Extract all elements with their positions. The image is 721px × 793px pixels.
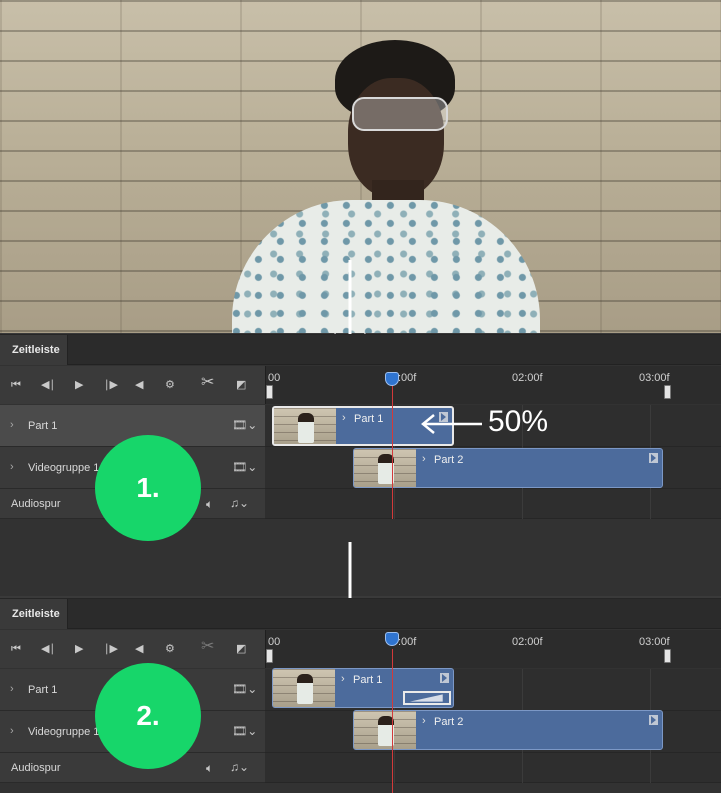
volume-icon[interactable]: 🔈︎ bbox=[206, 497, 213, 512]
timeline-panel-2: Zeitleiste ⏮ ◀∣ ▶ ∣▶ ◀ ⚙ ✂ ◩ 00 :00f 02:… bbox=[0, 598, 721, 793]
chevron-right-icon[interactable]: › bbox=[341, 673, 345, 685]
chevron-right-icon[interactable]: › bbox=[342, 412, 346, 424]
ruler-label: 03:00f bbox=[639, 372, 670, 384]
film-icon[interactable]: 🎞︎⌄ bbox=[232, 418, 257, 432]
track-body-audiospur bbox=[265, 753, 721, 783]
clip-label: Part 2 bbox=[434, 716, 464, 728]
person-shirt bbox=[232, 200, 540, 333]
volume-icon[interactable]: ◀ bbox=[135, 377, 143, 393]
ruler-label: 02:00f bbox=[512, 372, 543, 384]
gear-icon[interactable]: ⚙ bbox=[165, 641, 175, 657]
chevron-right-icon[interactable]: › bbox=[422, 453, 426, 465]
clip-thumbnail bbox=[354, 711, 416, 749]
track-label: Audiospur bbox=[11, 762, 61, 774]
panel-tabbar: Zeitleiste bbox=[0, 335, 721, 365]
clip-thumbnail bbox=[354, 449, 416, 487]
track-label: Part 1 bbox=[28, 420, 58, 432]
transition-icon[interactable]: ◩ bbox=[236, 377, 246, 393]
clip-part-1[interactable]: › Part 1 bbox=[272, 668, 454, 708]
speed-ramp-icon[interactable] bbox=[403, 691, 451, 705]
work-area-end-handle[interactable] bbox=[664, 649, 671, 663]
track-label: Videogruppe 1 bbox=[28, 462, 100, 474]
volume-icon[interactable]: 🔈︎ bbox=[206, 761, 213, 776]
chevron-right-icon[interactable]: › bbox=[10, 725, 14, 737]
time-ruler[interactable]: 00 :00f 02:00f 03:00f bbox=[265, 630, 721, 668]
skip-back-icon[interactable]: ⏮ bbox=[11, 641, 21, 657]
track-label: Part 1 bbox=[28, 684, 58, 696]
step-forward-icon[interactable]: ∣▶ bbox=[104, 641, 118, 657]
step-badge-2: 2. bbox=[95, 663, 201, 769]
chevron-right-icon[interactable]: › bbox=[10, 419, 14, 431]
play-icon[interactable]: ▶ bbox=[75, 377, 83, 393]
time-ruler[interactable]: 00 :00f 02:00f 03:00f bbox=[265, 366, 721, 404]
scissors-icon[interactable]: ✂ bbox=[201, 639, 214, 655]
clip-part-2[interactable]: › Part 2 bbox=[353, 448, 663, 488]
tab-timeline[interactable]: Zeitleiste bbox=[0, 335, 68, 365]
track-label: Videogruppe 1 bbox=[28, 726, 100, 738]
playback-controls: ⏮ ◀∣ ▶ ∣▶ ◀ ⚙ ✂ ◩ bbox=[0, 366, 265, 404]
track-label: Audiospur bbox=[11, 498, 61, 510]
clip-label: Part 1 bbox=[353, 674, 383, 686]
music-note-icon[interactable]: ♫⌄ bbox=[230, 760, 249, 774]
clip-label: Part 1 bbox=[354, 413, 384, 425]
playhead[interactable] bbox=[385, 632, 399, 646]
ruler-label: 00 bbox=[268, 372, 281, 384]
track-body-audiospur bbox=[265, 489, 721, 519]
work-area-start-handle[interactable] bbox=[266, 385, 273, 399]
step-badge-1: 1. bbox=[95, 435, 201, 541]
tab-timeline[interactable]: Zeitleiste bbox=[0, 599, 68, 629]
ruler-label: 03:00f bbox=[639, 636, 670, 648]
speed-annotation: 50% bbox=[488, 405, 549, 438]
clip-part-2[interactable]: › Part 2 bbox=[353, 710, 663, 750]
work-area-end-handle[interactable] bbox=[664, 385, 671, 399]
clip-menu-icon[interactable] bbox=[649, 715, 658, 725]
chevron-right-icon[interactable]: › bbox=[10, 461, 14, 473]
step-back-icon[interactable]: ◀∣ bbox=[41, 377, 55, 393]
clip-thumbnail bbox=[274, 408, 336, 444]
playhead-line bbox=[392, 649, 393, 793]
clip-menu-icon[interactable] bbox=[440, 673, 449, 683]
gear-icon[interactable]: ⚙ bbox=[165, 377, 175, 393]
scissors-icon[interactable]: ✂ bbox=[201, 375, 214, 391]
ruler-label: 02:00f bbox=[512, 636, 543, 648]
playhead-line bbox=[392, 385, 393, 519]
ruler-label: :00f bbox=[398, 636, 417, 648]
ruler-label: 00 bbox=[268, 636, 281, 648]
skip-back-icon[interactable]: ⏮ bbox=[11, 377, 21, 393]
step-forward-icon[interactable]: ∣▶ bbox=[104, 377, 118, 393]
film-icon[interactable]: 🎞︎⌄ bbox=[232, 682, 257, 696]
chevron-right-icon[interactable]: › bbox=[10, 683, 14, 695]
transition-icon[interactable]: ◩ bbox=[236, 641, 246, 657]
chevron-right-icon[interactable]: › bbox=[422, 715, 426, 727]
film-icon[interactable]: 🎞︎⌄ bbox=[232, 724, 257, 738]
panel-tabbar: Zeitleiste bbox=[0, 599, 721, 629]
left-arrow-icon bbox=[421, 414, 482, 434]
clip-menu-icon[interactable] bbox=[649, 453, 658, 463]
film-icon[interactable]: 🎞︎⌄ bbox=[232, 460, 257, 474]
playhead[interactable] bbox=[385, 372, 399, 386]
person-glasses bbox=[352, 97, 448, 131]
volume-icon[interactable]: ◀ bbox=[135, 641, 143, 657]
work-area-start-handle[interactable] bbox=[266, 649, 273, 663]
step-back-icon[interactable]: ◀∣ bbox=[41, 641, 55, 657]
clip-thumbnail bbox=[273, 669, 335, 707]
play-icon[interactable]: ▶ bbox=[75, 641, 83, 657]
music-note-icon[interactable]: ♫⌄ bbox=[230, 496, 249, 510]
playback-controls: ⏮ ◀∣ ▶ ∣▶ ◀ ⚙ ✂ ◩ bbox=[0, 630, 265, 668]
clip-label: Part 2 bbox=[434, 454, 464, 466]
ruler-label: :00f bbox=[398, 372, 417, 384]
